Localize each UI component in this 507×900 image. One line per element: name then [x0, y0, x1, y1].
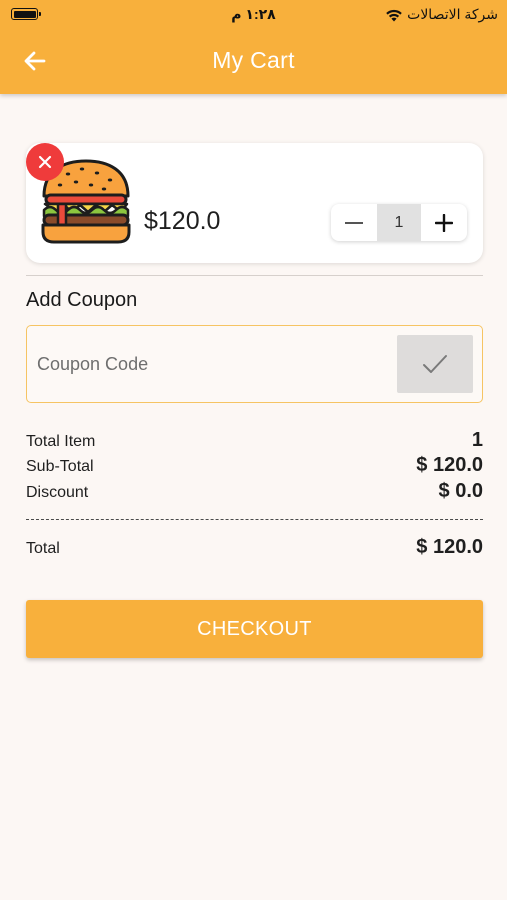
- quantity-stepper: 1: [331, 204, 467, 241]
- subtotal-label: Sub-Total: [26, 458, 94, 475]
- close-icon: [38, 155, 52, 169]
- decrement-button[interactable]: [331, 204, 377, 241]
- wifi-icon: [386, 9, 402, 21]
- total-label: Total: [26, 540, 60, 557]
- check-icon: [423, 355, 447, 373]
- quantity-value: 1: [377, 204, 421, 241]
- coupon-field: [26, 325, 483, 403]
- summary-divider: [26, 519, 483, 520]
- summary-total: Total $ 120.0: [26, 536, 483, 559]
- summary-total-items: Total Item 1: [26, 429, 483, 452]
- summary-subtotal: Sub-Total $ 120.0: [26, 454, 483, 477]
- plus-icon: [435, 213, 453, 232]
- arrow-left-icon: [24, 51, 46, 71]
- app-header: ١:٢٨ م شركة الاتصالات My Cart: [0, 0, 507, 94]
- discount-value: $ 0.0: [438, 480, 483, 502]
- carrier-name: شركة الاتصالات: [407, 6, 498, 22]
- increment-button[interactable]: [421, 204, 467, 241]
- total-item-label: Total Item: [26, 433, 96, 450]
- item-price: $120.0: [144, 207, 221, 235]
- minus-icon: [345, 221, 363, 224]
- back-button[interactable]: [20, 46, 50, 76]
- total-item-value: 1: [471, 429, 483, 451]
- apply-coupon-button[interactable]: [397, 335, 473, 393]
- carrier-info: شركة الاتصالات: [385, 6, 498, 23]
- remove-item-button[interactable]: [26, 143, 64, 181]
- coupon-title: Add Coupon: [26, 289, 138, 311]
- summary-discount: Discount $ 0.0: [26, 480, 483, 503]
- status-bar: ١:٢٨ م شركة الاتصالات: [0, 0, 507, 30]
- cart-screen: ١:٢٨ م شركة الاتصالات My Cart $120.0 1 A…: [0, 0, 507, 900]
- section-divider: [26, 275, 483, 276]
- coupon-input[interactable]: [37, 344, 387, 384]
- discount-label: Discount: [26, 484, 89, 501]
- checkout-button[interactable]: CHECKOUT: [26, 600, 483, 658]
- total-value: $ 120.0: [416, 536, 483, 558]
- page-title: My Cart: [212, 47, 295, 73]
- subtotal-value: $ 120.0: [416, 454, 483, 476]
